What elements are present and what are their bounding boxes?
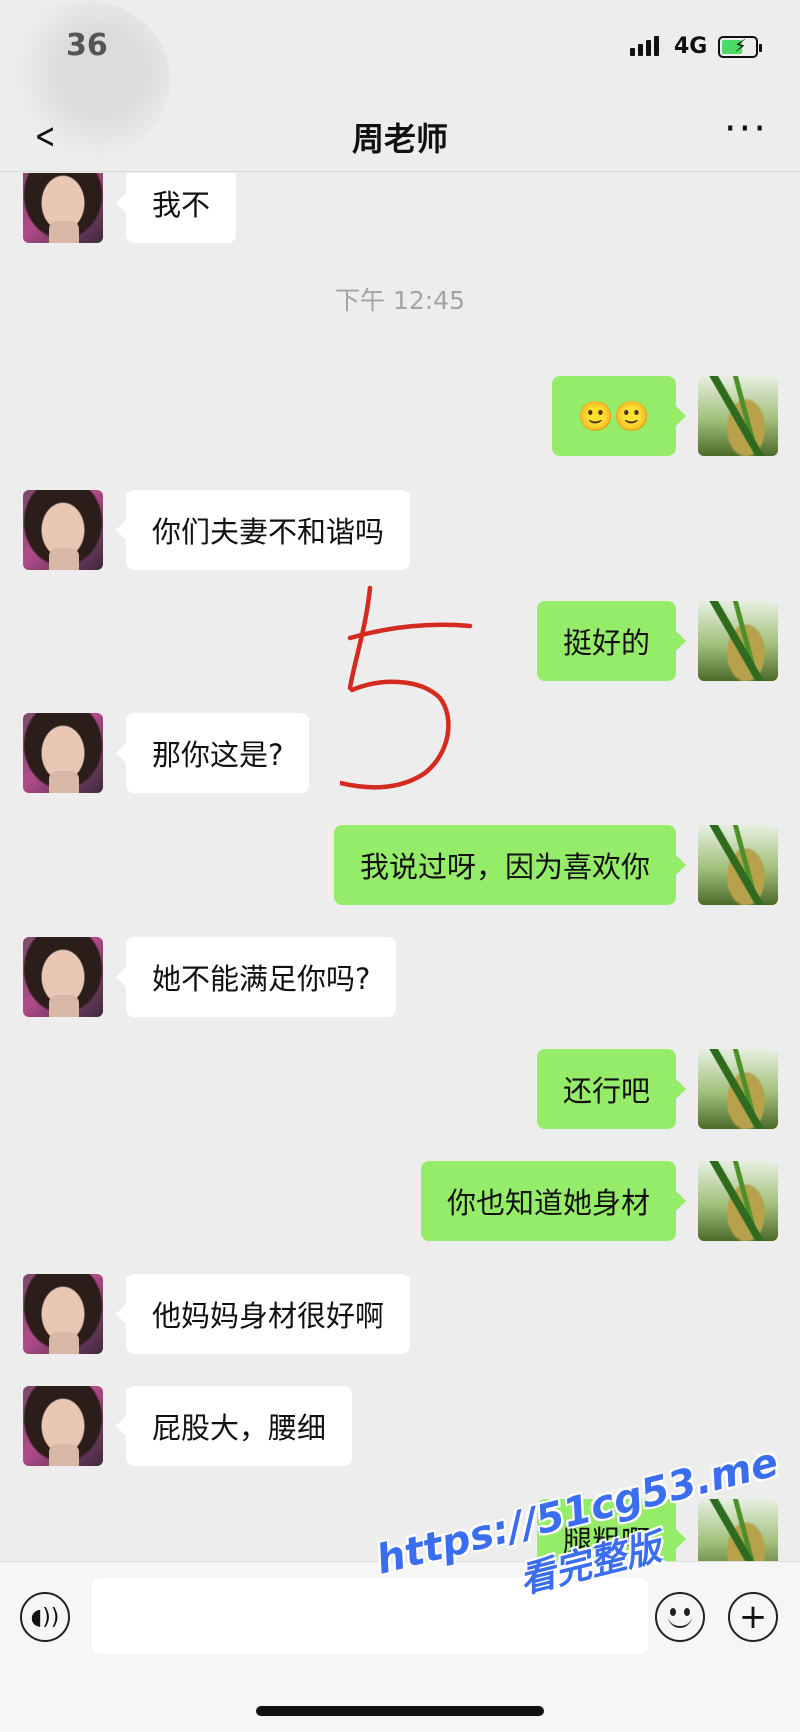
message-row: 他妈妈身材很好啊 <box>0 1274 800 1354</box>
message-bubble-sent[interactable]: 还行吧 <box>536 1049 687 1129</box>
message-row: 🙂🙂 <box>0 376 800 456</box>
emoji-icon[interactable] <box>655 1592 705 1642</box>
avatar[interactable] <box>698 601 778 681</box>
status-bar: 36 4G ⚡ <box>0 0 800 160</box>
message-list[interactable]: 我不 下午 12:45 🙂🙂 你们夫妻不和谐吗 挺好的 那你这是? 我说过呀，因… <box>0 173 800 1561</box>
battery-charging-icon: ⚡ <box>718 36 762 58</box>
message-row: 你也知道她身材 <box>0 1161 800 1241</box>
message-bubble-received[interactable]: 你们夫妻不和谐吗 <box>115 490 411 570</box>
message-bubble-sent[interactable]: 你也知道她身材 <box>420 1161 687 1241</box>
handwritten-annotation <box>340 585 473 790</box>
message-bubble-sent[interactable]: 我说过呀，因为喜欢你 <box>333 825 687 905</box>
avatar[interactable] <box>23 937 103 1017</box>
avatar[interactable] <box>23 1386 103 1466</box>
message-bubble-received[interactable]: 屁股大，腰细 <box>115 1386 353 1466</box>
message-bubble-received[interactable]: 她不能满足你吗? <box>115 937 397 1017</box>
message-bubble-received[interactable]: 他妈妈身材很好啊 <box>115 1274 411 1354</box>
message-bubble-sent[interactable]: 🙂🙂 <box>551 376 687 456</box>
message-timestamp: 下午 12:45 <box>335 286 465 315</box>
message-bubble-received[interactable]: 那你这是? <box>115 713 310 793</box>
avatar[interactable] <box>23 490 103 570</box>
more-dots-icon[interactable]: ··· <box>724 106 768 152</box>
avatar[interactable] <box>23 1274 103 1354</box>
message-bubble-received[interactable]: 我不 <box>115 173 237 243</box>
avatar[interactable] <box>23 713 103 793</box>
avatar[interactable] <box>698 1161 778 1241</box>
message-row: 她不能满足你吗? <box>0 937 800 1017</box>
chat-title: 周老师 <box>351 120 448 158</box>
avatar[interactable] <box>23 173 103 243</box>
chat-header: < 周老师 ··· <box>0 100 800 172</box>
home-indicator[interactable] <box>256 1706 544 1716</box>
message-row: 还行吧 <box>0 1049 800 1129</box>
message-bubble-sent[interactable]: 挺好的 <box>536 601 687 681</box>
message-row: 屁股大，腰细 <box>0 1386 800 1466</box>
avatar[interactable] <box>698 825 778 905</box>
message-row: 我不 <box>0 173 800 243</box>
signal-icon <box>630 36 659 56</box>
message-row: 你们夫妻不和谐吗 <box>0 490 800 570</box>
avatar[interactable] <box>698 1049 778 1129</box>
message-row: 我说过呀，因为喜欢你 <box>0 825 800 905</box>
network-type: 4G <box>674 34 708 59</box>
plus-icon[interactable]: + <box>728 1592 778 1642</box>
avatar[interactable] <box>698 376 778 456</box>
voice-icon[interactable]: ◖)) <box>20 1592 70 1642</box>
status-time: 36 <box>66 28 108 63</box>
